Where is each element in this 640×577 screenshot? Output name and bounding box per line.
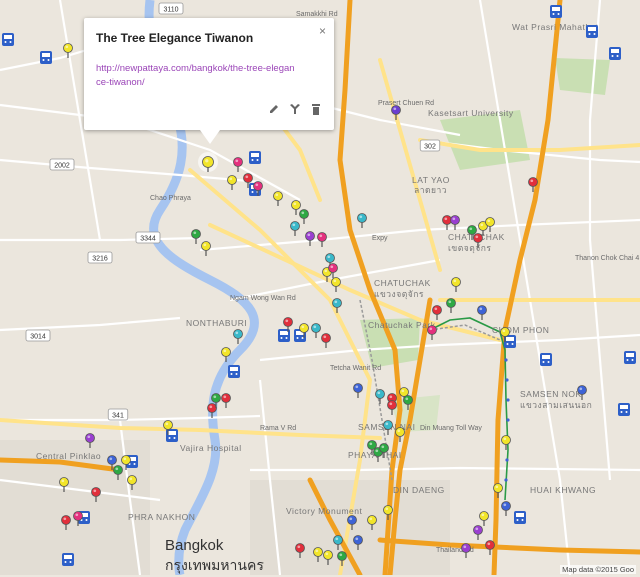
train-station-icon[interactable]	[609, 47, 621, 60]
selected-pin[interactable]	[198, 152, 218, 172]
route-shield-label: 341	[112, 413, 124, 420]
info-window-link[interactable]: http://newpattaya.com/bangkok/the-tree-e…	[96, 62, 296, 90]
road-label: Prasert Chuen Rd	[378, 100, 434, 107]
route-shield-label: 3014	[30, 334, 46, 341]
train-station-icon[interactable]	[514, 511, 526, 524]
road-label: Chao Phraya	[150, 195, 191, 202]
info-window: The Tree Elegance Tiwanon × http://newpa…	[84, 18, 334, 144]
route-shield: 2002	[49, 158, 75, 171]
route-shield: 3110	[158, 2, 184, 15]
city-label-thai: กรุงเทพมหานคร	[165, 557, 264, 573]
route-shield: 341	[107, 408, 129, 421]
area-label: PHRA NAKHON	[128, 512, 195, 522]
train-station-icon[interactable]	[249, 151, 261, 164]
road-label: Din Muang Toll Way	[420, 425, 482, 432]
area-label: Chatuchak Park	[368, 320, 436, 330]
info-window-actions	[268, 102, 322, 115]
area-label: SAMSEN NOK	[520, 389, 582, 399]
area-label: DIN DAENG	[393, 485, 445, 495]
route-shield-label: 3110	[163, 7, 178, 14]
train-station-icon[interactable]	[40, 51, 52, 64]
area-label: Central Pinklao	[36, 451, 101, 461]
city-label: Bangkok	[165, 537, 224, 554]
train-station-icon[interactable]	[618, 403, 630, 416]
area-label: เขตจตุจักร	[448, 243, 491, 254]
area-label: Wat Prasri Mahathat	[512, 22, 599, 32]
info-window-title: The Tree Elegance Tiwanon	[96, 31, 254, 45]
route-shield: 3014	[25, 329, 51, 342]
edit-icon[interactable]	[268, 102, 280, 114]
road-label: Thanon Chok Chai 4	[575, 255, 639, 262]
train-station-icon[interactable]	[540, 353, 552, 366]
route-shield: 3216	[87, 251, 113, 264]
area-label: แขวงจตุจักร	[374, 289, 424, 300]
route-shield: 3344	[135, 231, 161, 244]
style-icon[interactable]	[289, 102, 301, 114]
road-label: Samakkhi Rd	[296, 11, 338, 18]
road-label: Rama V Rd	[260, 425, 296, 432]
train-station-icon[interactable]	[2, 33, 14, 46]
route-shield-label: 2002	[54, 163, 70, 170]
train-station-icon[interactable]	[228, 365, 240, 378]
close-icon[interactable]: ×	[319, 24, 326, 38]
train-station-icon[interactable]	[62, 553, 74, 566]
area-label: Vajira Hospital	[180, 443, 242, 453]
area-label: Victory Monument	[286, 506, 362, 516]
area-label: Kasetsart University	[428, 108, 514, 118]
route-shield-label: 3216	[92, 256, 108, 263]
route-shield: 302	[419, 139, 441, 152]
train-station-icon[interactable]	[504, 335, 516, 348]
train-station-icon[interactable]	[624, 351, 636, 364]
route-shield-label: 302	[424, 144, 436, 151]
area-label: HUAI KHWANG	[530, 485, 596, 495]
area-label: ลาดยาว	[414, 185, 447, 195]
train-station-icon[interactable]	[586, 25, 598, 38]
map-attribution: Map data ©2015 Goo	[560, 565, 636, 574]
road-label: Ngam Wong Wan Rd	[230, 295, 296, 302]
area-label: LAT YAO	[412, 175, 450, 185]
road-label: Expy	[372, 235, 388, 242]
area-label: CHATUCHAK	[374, 278, 431, 288]
area-label: NONTHABURI	[186, 318, 247, 328]
road-label: Tetcha Wanit Rd	[330, 365, 381, 372]
delete-icon[interactable]	[310, 102, 322, 115]
area-label: แขวงสามเสนนอก	[520, 400, 592, 410]
train-station-icon[interactable]	[550, 5, 562, 18]
route-shield-label: 3344	[140, 236, 156, 243]
